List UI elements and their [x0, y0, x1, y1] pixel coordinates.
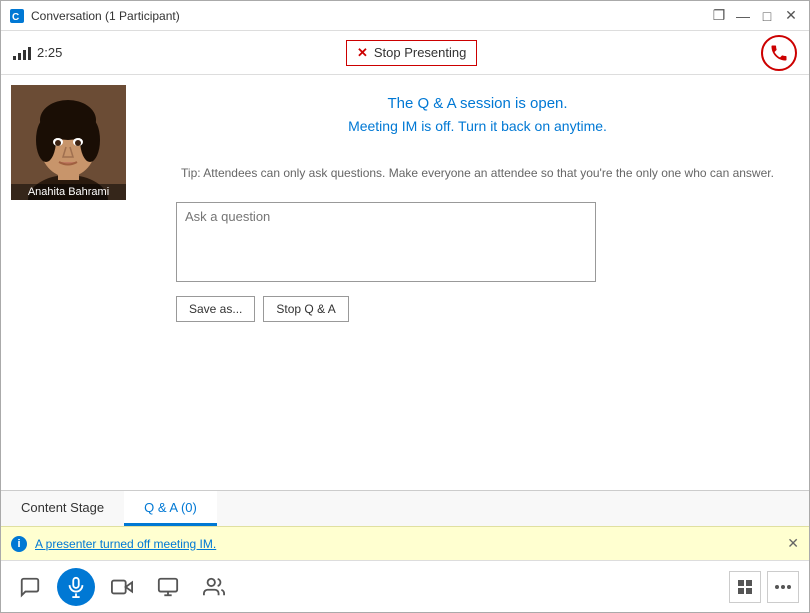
avatar-image: [11, 85, 126, 200]
grid-icon: [737, 579, 753, 595]
chat-button[interactable]: [11, 568, 49, 606]
left-panel: Anahita Bahrami: [1, 75, 146, 490]
notification-close-button[interactable]: ✕: [787, 535, 799, 552]
toolbar-right: [729, 571, 799, 603]
microphone-icon: [65, 576, 87, 598]
stop-presenting-label: Stop Presenting: [374, 45, 467, 60]
avatar-name: Anahita Bahrami: [11, 184, 126, 200]
save-as-button[interactable]: Save as...: [176, 296, 255, 322]
tabs-bar: Content Stage Q & A (0): [1, 490, 809, 526]
ask-question-input[interactable]: [176, 202, 596, 282]
restore-button[interactable]: ❐: [709, 6, 729, 26]
right-panel: The Q & A session is open. Meeting IM is…: [146, 75, 809, 490]
more-options-button[interactable]: [767, 571, 799, 603]
tab-qa[interactable]: Q & A (0): [124, 491, 217, 526]
bar-4: [28, 47, 31, 60]
main-window: C Conversation (1 Participant) ❐ — □ ✕ 2…: [0, 0, 810, 613]
bar-3: [23, 50, 26, 60]
bar-1: [13, 56, 16, 60]
microphone-button[interactable]: [57, 568, 95, 606]
signal-time: 2:25: [13, 45, 62, 60]
screen-share-icon: [157, 576, 179, 598]
toolbar-left: [11, 568, 729, 606]
avatar-svg: [11, 85, 126, 200]
window-controls: ❐ — □ ✕: [709, 6, 801, 26]
people-button[interactable]: [195, 568, 233, 606]
minimize-button[interactable]: —: [733, 6, 753, 26]
main-content: Anahita Bahrami The Q & A session is ope…: [1, 75, 809, 490]
im-off-text: Meeting IM is off. Turn it back on anyti…: [176, 118, 779, 134]
end-call-button[interactable]: [761, 35, 797, 71]
call-duration: 2:25: [37, 45, 62, 60]
x-icon: ✕: [357, 45, 368, 61]
maximize-button[interactable]: □: [757, 6, 777, 26]
session-status: The Q & A session is open. Meeting IM is…: [176, 95, 779, 154]
tab-content-stage[interactable]: Content Stage: [1, 491, 124, 526]
close-button[interactable]: ✕: [781, 6, 801, 26]
notification-bar: i A presenter turned off meeting IM. ✕: [1, 526, 809, 560]
action-buttons: Save as... Stop Q & A: [176, 296, 779, 322]
title-bar-left: C Conversation (1 Participant): [9, 8, 180, 24]
stop-qa-button[interactable]: Stop Q & A: [263, 296, 348, 322]
title-bar: C Conversation (1 Participant) ❐ — □ ✕: [1, 1, 809, 31]
video-icon: [111, 576, 133, 598]
screen-share-button[interactable]: [149, 568, 187, 606]
signal-icon: [13, 46, 31, 60]
app-icon: C: [9, 8, 25, 24]
tip-text: Tip: Attendees can only ask questions. M…: [176, 164, 779, 182]
stop-presenting-button[interactable]: ✕ Stop Presenting: [346, 40, 477, 66]
bar-2: [18, 53, 21, 60]
more-icon: [775, 584, 791, 590]
notification-text[interactable]: A presenter turned off meeting IM.: [35, 537, 216, 551]
svg-text:C: C: [12, 12, 19, 23]
chat-icon: [19, 576, 41, 598]
grid-view-button[interactable]: [729, 571, 761, 603]
phone-icon: [769, 43, 789, 63]
window-title: Conversation (1 Participant): [31, 9, 180, 23]
bottom-toolbar: [1, 560, 809, 612]
session-open-text: The Q & A session is open.: [176, 95, 779, 112]
people-icon: [203, 576, 225, 598]
video-button[interactable]: [103, 568, 141, 606]
info-icon: i: [11, 536, 27, 552]
top-bar: 2:25 ✕ Stop Presenting: [1, 31, 809, 75]
avatar-container: Anahita Bahrami: [11, 85, 126, 200]
